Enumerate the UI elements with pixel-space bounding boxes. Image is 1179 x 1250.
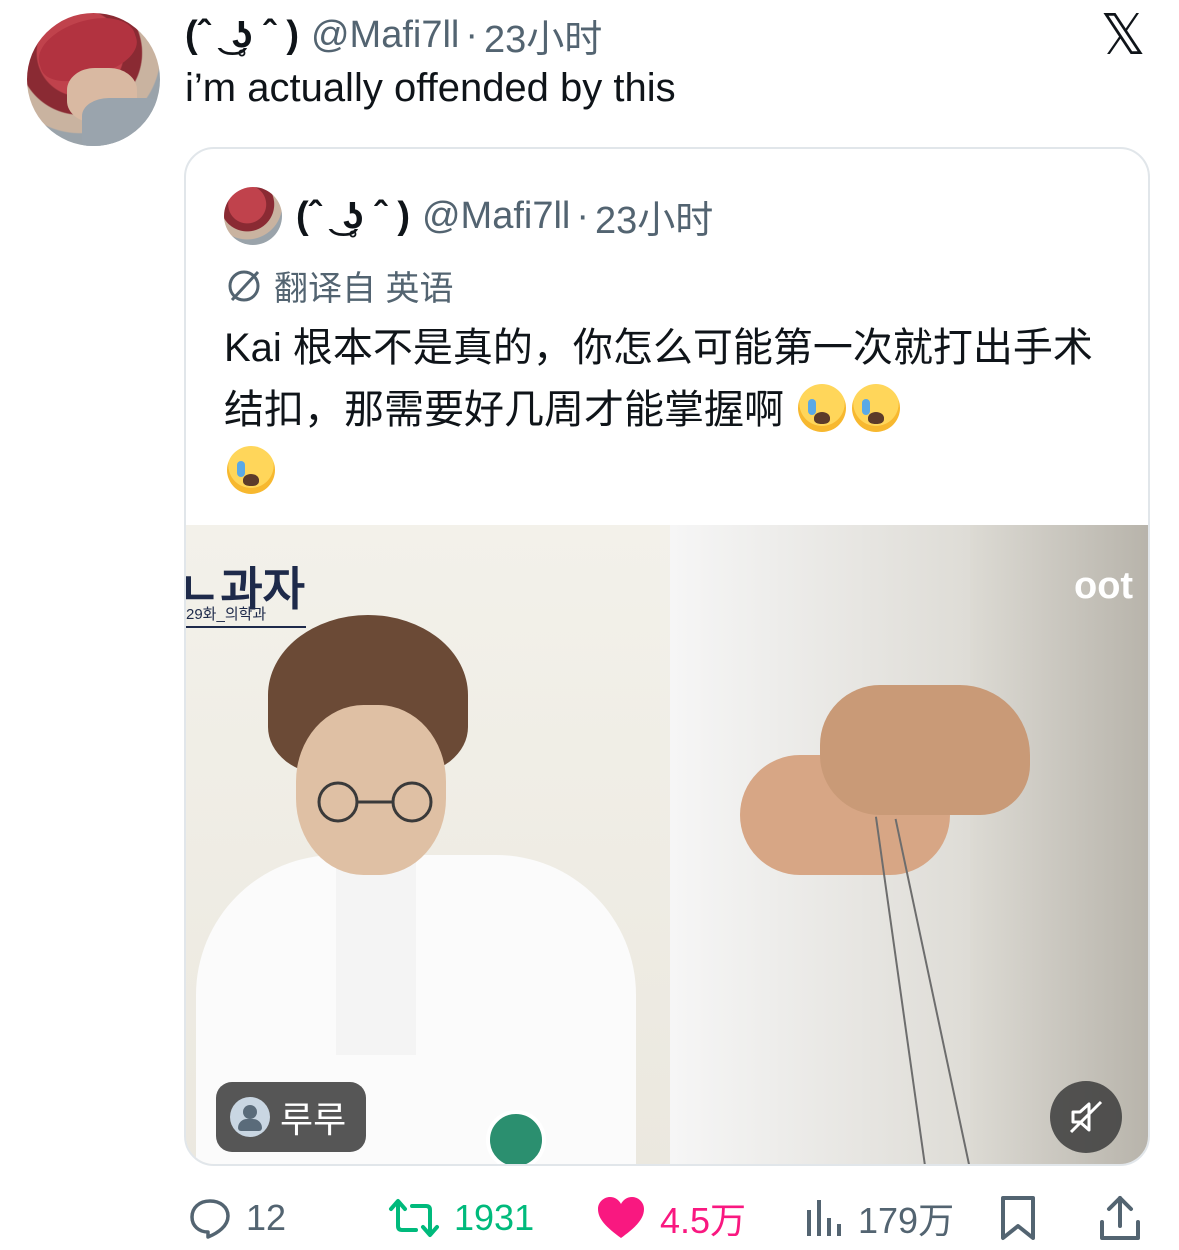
translate-icon — [228, 270, 260, 301]
tagged-user-label: 루루 — [280, 1100, 347, 1141]
quoted-post-header: (ˆ ͜ ʖ̥ ˆ ) @Mafi7ll · 23小时 — [296, 189, 713, 244]
quoted-video[interactable]: ㄴ과자 29화_의학과 oot 루루 — [186, 525, 1148, 1164]
bookmark-icon — [1001, 1196, 1035, 1240]
header-separator: · — [465, 13, 479, 56]
bar-chart-icon — [807, 1200, 841, 1236]
post-text: i’m actually offended by this — [185, 66, 676, 110]
quoted-post-time[interactable]: 23小时 — [595, 189, 713, 244]
mute-button[interactable] — [1050, 1081, 1122, 1153]
retweet-count: 1931 — [454, 1197, 535, 1238]
author-avatar[interactable] — [27, 13, 160, 146]
quoted-post-text-body: Kai 根本不是真的，你怎么可能第一次就打出手术结扣，那需要好几周才能掌握啊 — [224, 326, 1093, 432]
views-button[interactable]: 179万 — [804, 1186, 954, 1250]
crying-face-emoji-icon — [227, 446, 275, 494]
x-logo-icon[interactable]: 𝕏 — [1095, 8, 1151, 64]
like-count: 4.5万 — [660, 1200, 747, 1241]
author-display-name[interactable]: (ˆ ͜ ʖ̥ ˆ ) — [185, 14, 299, 57]
translation-label: 翻译自 英语 — [274, 270, 454, 308]
video-right-frame: oot — [670, 525, 1148, 1164]
quoted-header-separator: · — [576, 194, 590, 237]
quoted-author-avatar[interactable] — [224, 187, 282, 245]
view-count: 179万 — [858, 1200, 955, 1241]
author-handle[interactable]: @Mafi7ll — [311, 14, 459, 57]
retweet-icon — [389, 1199, 439, 1237]
crying-face-emoji-icon — [798, 384, 847, 432]
comment-icon — [190, 1199, 230, 1239]
video-left-frame: ㄴ과자 29화_의학과 — [186, 525, 670, 1164]
hospital-emblem — [486, 1110, 546, 1164]
quoted-author-handle[interactable]: @Mafi7ll — [422, 195, 570, 238]
quoted-post-card[interactable]: (ˆ ͜ ʖ̥ ˆ ) @Mafi7ll · 23小时 翻译自 英语 Kai 根… — [184, 147, 1150, 1166]
tagged-user-pill[interactable]: 루루 — [216, 1082, 367, 1152]
quoted-author-display-name[interactable]: (ˆ ͜ ʖ̥ ˆ ) — [296, 195, 410, 238]
translation-notice[interactable]: 翻译自 英语 — [224, 261, 453, 310]
action-bar: 12 1931 4.5万 179万 — [0, 1186, 1179, 1250]
bookmark-button[interactable] — [998, 1186, 1038, 1250]
quoted-post-text: Kai 根本不是真的，你怎么可能第一次就打出手术结扣，那需要好几周才能掌握啊 — [224, 317, 1124, 503]
reply-count: 12 — [246, 1197, 287, 1238]
muted-speaker-icon — [1069, 1100, 1103, 1134]
user-icon — [230, 1097, 270, 1137]
share-button[interactable] — [1098, 1186, 1142, 1250]
crying-face-emoji-icon — [852, 384, 901, 432]
background-sign-text: oot — [1074, 565, 1134, 607]
post-header: (ˆ ͜ ʖ̥ ˆ ) @Mafi7ll · 23小时 — [185, 8, 602, 63]
like-button[interactable]: 4.5万 — [596, 1186, 746, 1250]
share-icon — [1100, 1196, 1140, 1240]
reply-button[interactable]: 12 — [188, 1186, 286, 1250]
show-episode-label: 29화_의학과 — [186, 603, 306, 628]
retweet-button[interactable]: 1931 — [388, 1186, 534, 1250]
post-time[interactable]: 23小时 — [484, 8, 602, 63]
heart-icon — [598, 1197, 644, 1238]
